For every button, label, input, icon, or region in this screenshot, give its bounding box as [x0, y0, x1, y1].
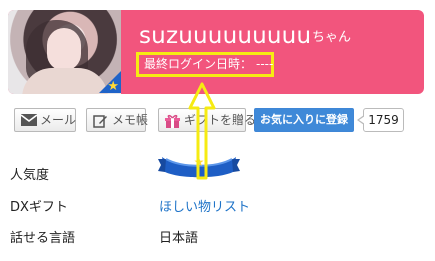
language-label: 話せる言語: [10, 231, 76, 246]
favorite-button[interactable]: お気に入りに登録: [254, 108, 354, 132]
mail-button-label: メール: [40, 113, 77, 127]
profile-photo[interactable]: ★: [8, 10, 123, 94]
mail-icon: [21, 114, 37, 126]
favorite-count: 1759: [357, 108, 404, 132]
memo-icon: [93, 115, 107, 128]
photo-face-shape: [47, 28, 81, 71]
language-value: 日本語: [159, 231, 199, 246]
gift-icon: [165, 114, 180, 128]
profile-name: suzuuuuuuuuu: [139, 23, 312, 49]
up-arrow-icon: [188, 82, 216, 180]
dx-gift-label: DXギフト: [10, 200, 68, 215]
last-login-value: ----: [256, 57, 274, 71]
mail-button[interactable]: メール: [14, 108, 76, 132]
memo-button[interactable]: メモ帳: [86, 108, 149, 132]
profile-honorific: ちゃん: [312, 30, 352, 45]
last-login-label: 最終ログイン日時：: [144, 57, 253, 71]
memo-button-label: メモ帳: [112, 113, 149, 127]
last-login-box: 最終ログイン日時： ----: [136, 52, 274, 77]
popularity-label: 人気度: [10, 168, 50, 183]
photo-shoulder-shape: [22, 68, 108, 94]
favorite-button-label: お気に入りに登録: [260, 114, 348, 126]
profile-header: ★ suzuuuuuuuuu ちゃん 最終ログイン日時： ----: [8, 10, 424, 94]
wishlist-link[interactable]: ほしい物リスト: [159, 196, 250, 215]
star-icon: ★: [107, 79, 119, 94]
